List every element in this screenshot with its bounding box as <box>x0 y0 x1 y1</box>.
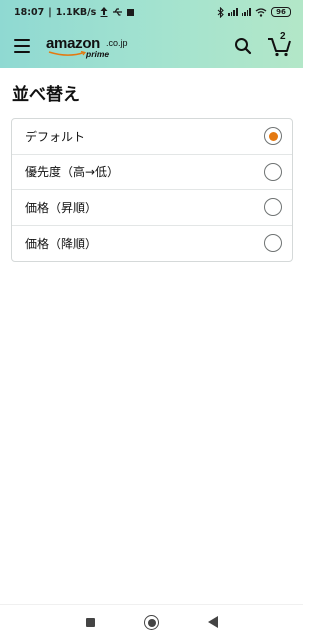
cart-count-badge: 2 <box>280 31 286 42</box>
sort-option-price-asc[interactable]: 価格（昇順） <box>12 190 292 226</box>
logo-prime-text: prime <box>86 49 110 59</box>
logo-domain-text: .co.jp <box>106 38 128 48</box>
search-icon[interactable] <box>233 36 253 56</box>
app-header: amazon .co.jp prime 2 <box>0 24 303 68</box>
notification-icon <box>127 8 135 16</box>
signal-icon <box>228 8 238 16</box>
sort-option-label: 価格（昇順） <box>25 200 98 215</box>
usb-icon <box>113 8 123 16</box>
home-icon[interactable] <box>144 615 159 630</box>
system-navigation-bar <box>0 604 303 640</box>
sort-option-label: 価格（降順） <box>25 236 98 251</box>
radio-button-selected[interactable] <box>264 127 282 146</box>
radio-button[interactable] <box>264 198 282 217</box>
menu-icon[interactable] <box>14 39 30 53</box>
sort-options-list: デフォルト 優先度（高→低） 価格（昇順） 価格（降順） <box>11 118 293 262</box>
bluetooth-icon <box>217 6 225 18</box>
signal-icon <box>241 8 251 16</box>
status-time: 18:07 <box>14 6 45 18</box>
status-bar-left: 18:07 | 1.1KB/s <box>14 6 135 18</box>
sort-option-label: デフォルト <box>25 129 86 144</box>
smile-icon <box>48 51 87 56</box>
page-title: 並べ替え <box>12 85 80 105</box>
sort-option-default[interactable]: デフォルト <box>12 119 292 155</box>
sort-option-label: 優先度（高→低） <box>25 165 120 180</box>
app-header-background: 18:07 | 1.1KB/s 96 amazon .co.jp prime 2 <box>0 0 303 68</box>
battery-icon: 96 <box>271 7 291 17</box>
wifi-icon <box>255 7 267 17</box>
sort-option-price-desc[interactable]: 価格（降順） <box>12 226 292 262</box>
status-separator: | <box>48 6 52 18</box>
recent-apps-icon[interactable] <box>86 618 95 627</box>
radio-selected-dot <box>268 131 278 141</box>
amazon-prime-logo[interactable]: amazon .co.jp prime <box>46 35 136 59</box>
back-icon[interactable] <box>208 616 218 628</box>
upload-arrow-icon <box>100 7 108 17</box>
sort-option-priority[interactable]: 優先度（高→低） <box>12 155 292 190</box>
status-bar-right: 96 <box>217 6 291 18</box>
status-network-speed: 1.1KB/s <box>55 6 97 18</box>
cart-button[interactable]: 2 <box>266 31 294 58</box>
radio-button[interactable] <box>264 234 282 253</box>
radio-button[interactable] <box>264 162 282 181</box>
status-bar: 18:07 | 1.1KB/s 96 <box>0 0 303 24</box>
